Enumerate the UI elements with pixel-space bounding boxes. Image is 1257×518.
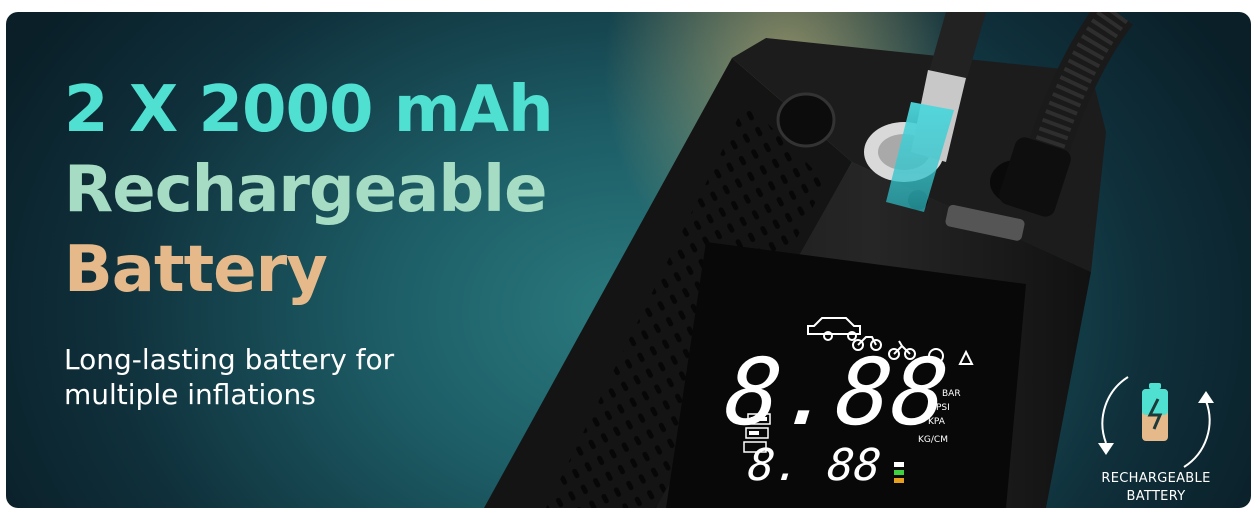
subtitle-line-1: Long-lasting battery for xyxy=(64,343,395,376)
badge-label: RECHARGEABLE BATTERY xyxy=(1081,470,1231,506)
product-banner: 8.88 8. 88 BAR PSI KPA KG/CM 2 X 2000 mA… xyxy=(6,12,1251,508)
unit-label: BAR xyxy=(942,389,961,399)
badge-label-line-1: RECHARGEABLE xyxy=(1101,471,1211,486)
unit-label: KG/CM xyxy=(918,435,948,445)
badge-label-line-2: BATTERY xyxy=(1126,489,1186,504)
unit-label: KPA xyxy=(928,417,946,427)
headline-line-battery: Battery xyxy=(64,233,328,307)
status-leds xyxy=(894,462,904,483)
main-pressure-readout: 8.88 xyxy=(720,338,953,446)
air-outlet-port xyxy=(776,92,836,148)
unit-label: PSI xyxy=(936,403,950,413)
headline: 2 X 2000 mAh Rechargeable Battery xyxy=(64,70,554,310)
subtitle-line-2: multiple inflations xyxy=(64,378,316,411)
subtitle: Long-lasting battery for multiple inflat… xyxy=(64,342,524,412)
headline-line-capacity: 2 X 2000 mAh xyxy=(64,73,554,147)
headline-line-rechargeable: Rechargeable xyxy=(64,153,547,227)
